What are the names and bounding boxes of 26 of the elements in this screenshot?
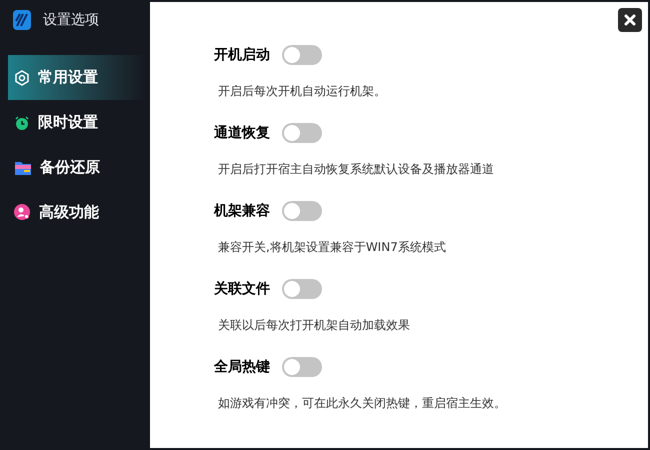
close-icon	[624, 14, 636, 26]
setting-description: 开启后每次开机自动运行机架。	[217, 83, 387, 100]
hexagon-ring-icon	[14, 70, 30, 86]
setting-description: 如游戏有冲突，可在此永久关闭热键，重启宿主生效。	[217, 395, 507, 412]
app-title: 设置选项	[43, 10, 99, 30]
sidebar-item[interactable]: 限时设置	[8, 100, 145, 145]
setting-description: 关联以后每次打开机架自动加载效果	[217, 317, 411, 334]
clock-icon	[14, 114, 30, 130]
setting-label: 机架兼容	[214, 202, 270, 220]
setting-label: 开机启动	[214, 46, 270, 64]
logo-icon	[13, 10, 31, 30]
setting-label: 关联文件	[214, 280, 270, 298]
sidebar-item[interactable]: 备份还原	[8, 145, 145, 190]
toggle-switch[interactable]	[282, 201, 322, 221]
toggle-switch[interactable]	[282, 357, 322, 377]
toggle-switch[interactable]	[282, 123, 322, 143]
setting-label: 通道恢复	[214, 124, 270, 142]
user-gear-icon	[14, 204, 31, 221]
folder-icon	[14, 160, 32, 176]
close-button[interactable]	[618, 8, 642, 32]
setting-description: 开启后打开宿主自动恢复系统默认设备及播放器通道	[217, 161, 495, 178]
sidebar-item[interactable]: 高级功能	[8, 190, 145, 235]
setting-description: 兼容开关,将机架设置兼容于WIN7系统模式	[217, 239, 447, 256]
toggle-switch[interactable]	[282, 279, 322, 299]
toggle-switch[interactable]	[282, 45, 322, 65]
setting-label: 全局热键	[214, 358, 270, 376]
